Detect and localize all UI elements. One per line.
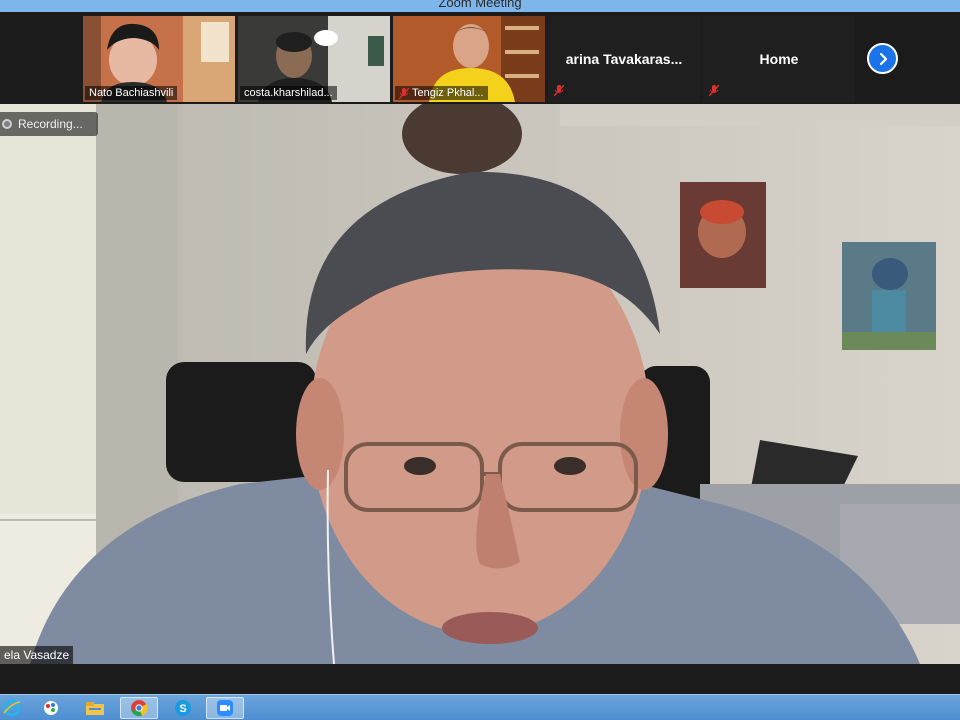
participant-video-tile[interactable]: Tengiz Pkhal... [393,16,545,102]
taskbar-item-internet-explorer[interactable] [0,697,24,719]
paint-icon [44,701,58,715]
participant-name-tile[interactable]: Home [703,16,855,102]
meeting-controls-bar [0,664,960,694]
taskbar-item-zoom[interactable] [206,697,244,719]
skype-icon: S [175,700,191,716]
muted-mic-icon [709,85,719,96]
muted-mic-icon [554,85,564,96]
file-explorer-icon [86,702,104,715]
active-speaker-video-frame [0,104,960,664]
svg-text:S: S [179,703,186,715]
participant-video-tile[interactable]: Nato Bachiashvili [83,16,235,102]
active-speaker-video[interactable] [0,104,960,664]
participant-gallery-strip: Nato Bachiashvili costa.kharshilad... Te… [0,12,960,104]
zoom-icon [217,700,233,716]
recording-icon [2,119,12,129]
recording-label: Recording... [18,117,83,131]
participant-name: Home [759,51,799,67]
participant-name: costa.kharshilad... [244,87,333,99]
chevron-right-icon [879,52,887,65]
active-speaker-name: ela Vasadze [4,648,70,662]
next-page-button[interactable] [867,43,898,74]
internet-explorer-icon [3,699,21,717]
recording-indicator[interactable]: Recording... [0,112,98,136]
participant-name-label: costa.kharshilad... [240,86,337,100]
participant-name: arina Tavakaras... [565,51,683,67]
taskbar-item-chrome[interactable] [120,697,158,719]
chrome-icon [131,700,148,717]
active-speaker-name-label: ela Vasadze [0,646,74,664]
participant-name-label: Nato Bachiashvili [85,86,178,100]
taskbar-item-skype[interactable]: S [164,697,202,719]
participant-name: Nato Bachiashvili [89,87,174,99]
participant-video-tile[interactable]: costa.kharshilad... [238,16,390,102]
windows-taskbar: S [0,694,960,720]
taskbar-item-paint[interactable] [32,697,70,719]
taskbar-item-file-explorer[interactable] [76,697,114,719]
participant-name-label: Tengiz Pkhal... [395,86,488,100]
participant-name: Tengiz Pkhal... [412,87,484,99]
muted-mic-icon [399,87,409,99]
window-title: Zoom Meeting [438,0,522,10]
participant-name-tile[interactable]: arina Tavakaras... [548,16,700,102]
window-titlebar[interactable]: Zoom Meeting [0,0,960,12]
